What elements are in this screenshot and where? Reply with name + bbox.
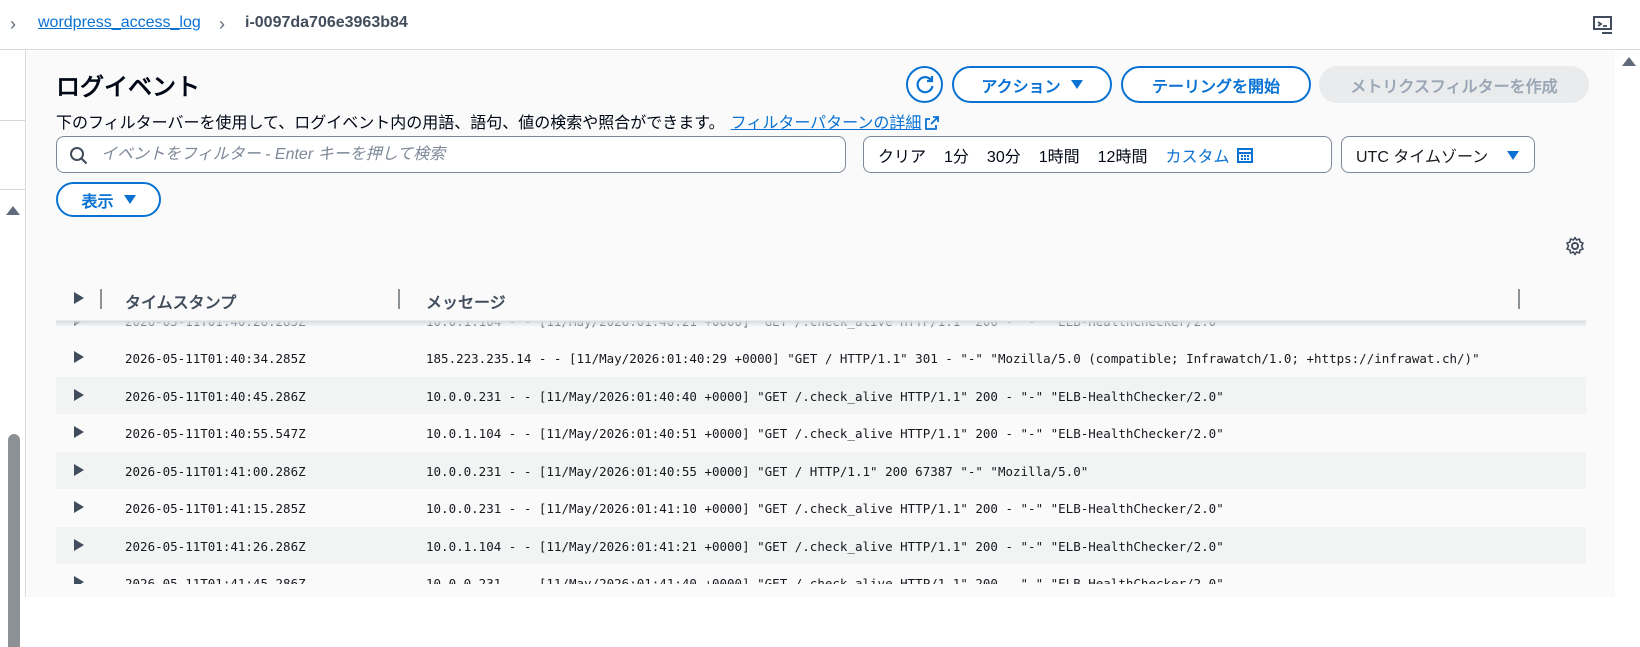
expand-row-icon[interactable] [74,538,84,551]
time-range-clear[interactable]: クリア [864,143,935,167]
table-row[interactable]: 2026-05-11T01:40:34.285Z 185.223.235.14 … [56,339,1586,377]
time-range-12h[interactable]: 12時間 [1089,143,1157,167]
time-range-selector[interactable]: クリア 1分 30分 1時間 12時間 カスタム [863,136,1332,173]
cell-timestamp: 2026-05-11T01:41:15.285Z [125,501,306,516]
column-resizer[interactable] [1518,289,1520,309]
cell-message: 185.223.235.14 - - [11/May/2026:01:40:29… [426,351,1480,366]
cell-timestamp: 2026-05-11T01:40:55.547Z [125,426,306,441]
breadcrumb-log-stream: i-0097da706e3963b84 [245,14,408,31]
caret-down-icon [123,195,136,204]
breadcrumb-log-group[interactable]: wordpress_access_log [38,14,201,32]
header-shadow [56,321,1586,327]
log-events-panel: ログイベント 下のフィルターバーを使用して、ログイベント内の用語、語句、値の検索… [27,51,1615,597]
column-header-timestamp[interactable]: タイムスタンプ [125,289,236,313]
column-header-message[interactable]: メッセージ [426,289,506,313]
cell-message: 10.0.0.231 - - [11/May/2026:01:40:55 +00… [426,463,1089,479]
description-text: 下のフィルターバーを使用して、ログイベント内の用語、語句、値の検索や照合ができま… [56,115,725,132]
tools-panel-icon[interactable] [1592,14,1614,36]
create-metric-filter-label: メトリクスフィルターを作成 [1350,78,1558,96]
time-range-custom[interactable]: カスタム [1156,143,1262,167]
cell-timestamp: 2026-05-11T01:41:26.286Z [125,538,306,554]
filter-pattern-link-label: フィルターパターンの詳細 [730,115,922,132]
caret-down-icon [1507,151,1519,160]
expand-all-icon[interactable] [74,292,84,304]
table-row[interactable]: 2026-05-11T01:41:45.286Z 10.0.0.231 - - … [56,564,1586,584]
column-resizer[interactable] [100,289,102,309]
caret-down-icon [1070,80,1083,89]
column-resizer[interactable] [398,289,400,309]
table-header: タイムスタンプ メッセージ [56,277,1586,321]
cell-message: 10.0.0.231 - - [11/May/2026:01:41:10 +00… [426,501,1224,516]
actions-dropdown-button[interactable]: アクション [952,66,1112,103]
external-link-icon [925,116,940,130]
chevron-right-icon[interactable]: › [10,14,16,34]
refresh-button[interactable] [906,66,943,103]
scroll-up-icon[interactable] [1622,57,1636,66]
timezone-label: UTC タイムゾーン [1356,148,1489,166]
log-events-table: 2026-05-11T01:40:26.285Z 10.0.1.104 - - … [56,321,1586,597]
search-input[interactable] [99,137,839,172]
display-label: 表示 [81,193,114,211]
time-range-1m[interactable]: 1分 [935,143,978,167]
time-range-1h[interactable]: 1時間 [1030,143,1089,167]
filter-description: 下のフィルターバーを使用して、ログイベント内の用語、語句、値の検索や照合ができま… [56,109,940,133]
expand-row-icon[interactable] [74,388,84,401]
actions-label: アクション [981,78,1061,96]
cell-timestamp: 2026-05-11T01:41:45.286Z [125,576,306,584]
start-tailing-label: テーリングを開始 [1151,78,1280,96]
cell-timestamp: 2026-05-11T01:40:34.285Z [125,351,306,366]
time-range-custom-label: カスタム [1165,148,1230,166]
page-title: ログイベント [56,74,200,101]
filter-pattern-link[interactable]: フィルターパターンの詳細 [731,115,940,132]
expand-row-icon[interactable] [74,426,84,438]
create-metric-filter-button[interactable]: メトリクスフィルターを作成 [1319,66,1589,103]
display-dropdown-button[interactable]: 表示 [56,182,161,217]
table-row[interactable]: 2026-05-11T01:40:55.547Z 10.0.1.104 - - … [56,414,1586,452]
cell-message: 10.0.1.104 - - [11/May/2026:01:41:21 +00… [426,538,1224,554]
table-row[interactable]: 2026-05-11T01:40:45.286Z 10.0.0.231 - - … [56,376,1586,414]
cell-timestamp: 2026-05-11T01:41:00.286Z [125,463,306,479]
chevron-right-icon: › [219,14,225,34]
table-row[interactable]: 2026-05-11T01:41:15.285Z 10.0.0.231 - - … [56,489,1586,527]
breadcrumb-bar: › wordpress_access_log › i-0097da706e396… [0,0,1640,50]
cell-message: 10.0.0.231 - - [11/May/2026:01:40:40 +00… [426,388,1224,404]
cell-timestamp: 2026-05-11T01:40:45.286Z [125,388,306,404]
cell-message: 10.0.0.231 - - [11/May/2026:01:41:40 +00… [426,576,1224,584]
refresh-icon [916,75,934,93]
divider [0,189,26,190]
expand-row-icon[interactable] [74,501,84,513]
time-range-30m[interactable]: 30分 [978,143,1030,167]
gear-icon[interactable] [1565,236,1585,256]
left-scrollbar-thumb[interactable] [8,434,20,647]
calendar-icon [1237,147,1254,163]
expand-row-icon[interactable] [74,576,84,584]
left-nav-strip [0,50,26,647]
expand-row-icon[interactable] [74,351,84,363]
filter-search-box[interactable] [56,136,846,173]
expand-row-icon[interactable] [74,463,84,476]
cell-message: 10.0.1.104 - - [11/May/2026:01:40:51 +00… [426,426,1224,441]
timezone-select[interactable]: UTC タイムゾーン [1341,136,1535,173]
table-row[interactable]: 2026-05-11T01:41:26.286Z 10.0.1.104 - - … [56,526,1586,564]
search-icon [70,147,88,165]
scroll-up-icon[interactable] [6,206,20,215]
divider [0,120,26,121]
start-tailing-button[interactable]: テーリングを開始 [1121,66,1311,103]
table-row[interactable]: 2026-05-11T01:41:00.286Z 10.0.0.231 - - … [56,451,1586,489]
